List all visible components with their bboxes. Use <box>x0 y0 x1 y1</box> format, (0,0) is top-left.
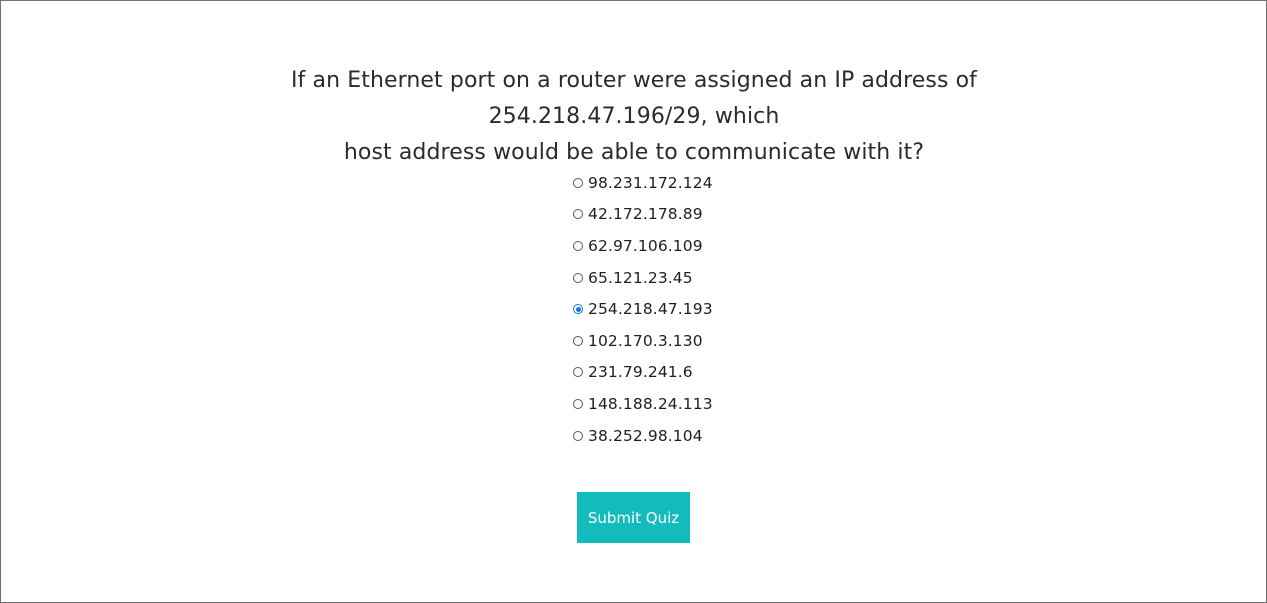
answer-option-label[interactable]: 102.170.3.130 <box>588 332 703 350</box>
answer-option[interactable]: 38.252.98.104 <box>573 420 773 452</box>
answer-option-label[interactable]: 62.97.106.109 <box>588 237 703 255</box>
answer-option[interactable]: 42.172.178.89 <box>573 199 773 231</box>
answer-option-label[interactable]: 231.79.241.6 <box>588 363 693 381</box>
question-line-1: If an Ethernet port on a router were ass… <box>290 68 978 129</box>
answer-options: 98.231.172.124 42.172.178.89 62.97.106.1… <box>573 167 773 451</box>
answer-option-label[interactable]: 42.172.178.89 <box>588 205 703 223</box>
answer-option[interactable]: 254.218.47.193 <box>573 293 773 325</box>
answer-option-label[interactable]: 148.188.24.113 <box>588 395 713 413</box>
radio-button[interactable] <box>573 398 583 409</box>
radio-button[interactable] <box>573 367 583 378</box>
answer-option-label[interactable]: 98.231.172.124 <box>588 174 713 192</box>
radio-button[interactable] <box>573 335 583 346</box>
radio-button[interactable] <box>573 177 583 188</box>
question-line-2: host address would be able to communicat… <box>343 140 925 165</box>
radio-button[interactable] <box>573 240 583 251</box>
answer-option[interactable]: 65.121.23.45 <box>573 262 773 294</box>
answer-option[interactable]: 62.97.106.109 <box>573 230 773 262</box>
radio-button[interactable] <box>573 272 583 283</box>
answer-option[interactable]: 148.188.24.113 <box>573 388 773 420</box>
answer-option-label[interactable]: 65.121.23.45 <box>588 269 693 287</box>
answer-option[interactable]: 231.79.241.6 <box>573 357 773 389</box>
radio-button[interactable] <box>573 430 583 441</box>
answer-option-label[interactable]: 38.252.98.104 <box>588 427 703 445</box>
answer-option-label[interactable]: 254.218.47.193 <box>588 300 713 318</box>
answer-option[interactable]: 98.231.172.124 <box>573 167 773 199</box>
radio-button[interactable] <box>573 209 583 220</box>
radio-button[interactable] <box>573 304 583 315</box>
question-text: If an Ethernet port on a router were ass… <box>184 63 1084 171</box>
quiz-page: If an Ethernet port on a router were ass… <box>0 0 1267 603</box>
answer-option[interactable]: 102.170.3.130 <box>573 325 773 357</box>
submit-quiz-button[interactable]: Submit Quiz <box>577 492 690 543</box>
